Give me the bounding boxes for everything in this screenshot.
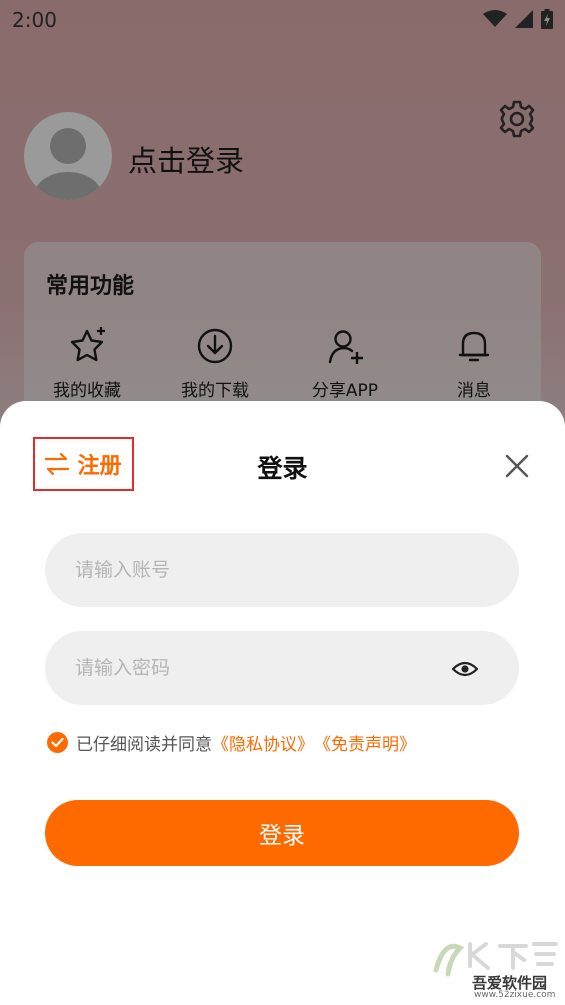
account-input[interactable] <box>45 533 519 607</box>
func-label: 分享APP <box>311 381 379 401</box>
agreement-checkbox[interactable] <box>47 732 68 753</box>
login-sheet: 注册 登录 已仔细阅读并同意 《隐私协议》 《免责声明》 登录 <box>0 401 565 1005</box>
close-icon[interactable] <box>504 453 530 479</box>
avatar[interactable] <box>24 112 112 200</box>
settings-gear-icon[interactable] <box>498 100 536 138</box>
watermark-url: www.52zixue.com <box>474 990 556 1000</box>
avatar-placeholder-icon <box>34 128 102 200</box>
func-item-share-app[interactable]: 分享APP <box>290 324 400 401</box>
func-label: 消息 <box>457 381 491 401</box>
status-time: 2:00 <box>12 8 57 32</box>
wifi-icon <box>483 10 507 27</box>
agreement-text: 已仔细阅读并同意 <box>76 735 212 755</box>
signal-icon <box>515 10 533 28</box>
download-icon <box>197 328 233 364</box>
screen: 2:00 点击登录 常用功能 我的收藏 我的下载 分享APP 消息 注册 登录 … <box>0 0 565 1005</box>
show-password-eye-icon[interactable] <box>452 659 478 679</box>
func-label: 我的收藏 <box>53 381 121 401</box>
func-item-favorites[interactable]: 我的收藏 <box>32 324 142 401</box>
status-icons <box>483 9 553 29</box>
bell-icon <box>458 331 490 362</box>
add-user-icon <box>328 330 363 364</box>
disclaimer-link[interactable]: 《免责声明》 <box>314 730 416 755</box>
status-bar: 2:00 <box>0 0 565 40</box>
privacy-policy-link[interactable]: 《隐私协议》 <box>212 730 314 755</box>
checkmark-icon <box>51 737 64 748</box>
site-watermark: 吾爱软件园 www.52zixue.com <box>430 930 560 1002</box>
func-item-messages[interactable]: 消息 <box>419 324 529 401</box>
func-label: 我的下载 <box>181 381 249 401</box>
agreement-row: 已仔细阅读并同意 《隐私协议》 《免责声明》 <box>47 730 416 755</box>
login-prompt[interactable]: 点击登录 <box>128 138 244 180</box>
functions-title: 常用功能 <box>46 274 135 299</box>
password-input[interactable] <box>45 631 519 705</box>
battery-icon <box>541 9 553 29</box>
login-button[interactable]: 登录 <box>45 800 519 866</box>
func-item-downloads[interactable]: 我的下载 <box>160 324 270 401</box>
star-icon <box>70 327 105 362</box>
sheet-title: 登录 <box>257 454 308 483</box>
